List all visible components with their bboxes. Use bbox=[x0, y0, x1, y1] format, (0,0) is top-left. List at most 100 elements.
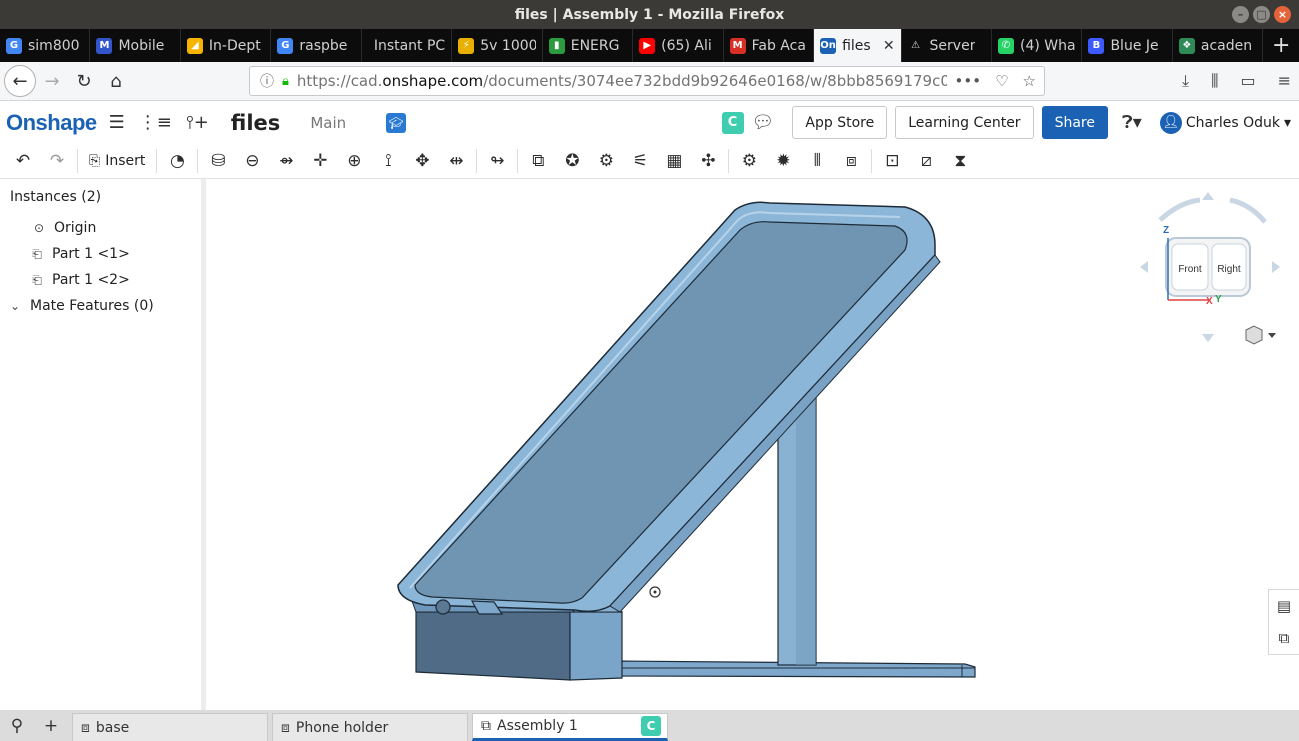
browser-tab[interactable]: Graspbe bbox=[271, 29, 362, 62]
cube-front-face[interactable]: Front bbox=[1178, 264, 1202, 275]
view-options-menu[interactable] bbox=[1245, 325, 1276, 345]
revolute-mate-icon[interactable]: ⊖ bbox=[235, 146, 269, 176]
browser-tab[interactable]: ❖ acaden bbox=[1173, 29, 1264, 62]
onshape-logo[interactable]: Onshape bbox=[6, 110, 97, 136]
tab-collaborator-badge[interactable]: C bbox=[641, 716, 661, 736]
comments-icon[interactable]: 💬︎ bbox=[752, 112, 775, 133]
tab-phone-holder[interactable]: ⧈ Phone holder bbox=[272, 713, 468, 741]
minimize-icon[interactable]: – bbox=[1232, 6, 1249, 23]
instance-part-1-1[interactable]: ⎗ Part 1 <1> bbox=[0, 241, 201, 267]
explode-icon[interactable]: ✣ bbox=[691, 146, 725, 176]
browser-tab[interactable]: ⚡ 5v 1000 bbox=[452, 29, 543, 62]
pattern-icon[interactable]: ▦ bbox=[657, 146, 691, 176]
undo-icon[interactable]: ↶ bbox=[6, 146, 40, 176]
browser-tab[interactable]: ⚠ Server bbox=[902, 29, 992, 62]
planar-mate-icon[interactable]: ✛ bbox=[303, 146, 337, 176]
rotate-down-icon[interactable] bbox=[1202, 334, 1214, 342]
settings-gear-icon[interactable]: ⚙ bbox=[732, 146, 766, 176]
browser-tab[interactable]: Gsim800 bbox=[0, 29, 91, 62]
instance-origin[interactable]: ⊙ Origin bbox=[0, 215, 201, 241]
feature-list-icon[interactable]: ⋮≡ bbox=[139, 112, 172, 133]
rotate-right-icon[interactable] bbox=[1272, 261, 1280, 273]
library-icon[interactable]: ⫼ bbox=[1211, 71, 1218, 91]
add-tab-icon[interactable]: + bbox=[34, 710, 68, 741]
mate-features-group[interactable]: ⌄ Mate Features (0) bbox=[0, 293, 201, 319]
browser-tab[interactable]: ▮ ENERG bbox=[543, 29, 634, 62]
bom-panel-icon[interactable]: ⧉ bbox=[1279, 629, 1290, 647]
browser-tab[interactable]: B Blue Je bbox=[1082, 29, 1173, 62]
group-icon[interactable]: ⧉ bbox=[521, 146, 555, 176]
browser-tab[interactable]: On files ✕ bbox=[814, 29, 902, 62]
document-name[interactable]: files bbox=[231, 111, 281, 135]
workspace-branch[interactable]: Main bbox=[310, 114, 346, 132]
instance-part-1-2[interactable]: ⎗ Part 1 <2> bbox=[0, 267, 201, 293]
sidebar-icon[interactable]: ▭ bbox=[1240, 71, 1255, 91]
share-button[interactable]: Share bbox=[1041, 106, 1108, 139]
rotate-up-icon[interactable] bbox=[1202, 192, 1214, 200]
pin-slot-mate-icon[interactable]: ⟟ bbox=[371, 146, 405, 176]
fastened-mate-icon[interactable]: ⛁ bbox=[201, 146, 235, 176]
browser-tab[interactable]: ▶ (65) Ali bbox=[633, 29, 724, 62]
slider-mate-icon[interactable]: ⇴ bbox=[269, 146, 303, 176]
bookmark-star-icon[interactable]: ☆ bbox=[1023, 72, 1036, 90]
app-store-button[interactable]: App Store bbox=[792, 106, 888, 139]
browser-tab[interactable]: ✆ (4) Wha bbox=[992, 29, 1083, 62]
back-button[interactable]: ← bbox=[4, 65, 36, 97]
instances-title[interactable]: Instances (2) bbox=[0, 179, 201, 205]
home-button[interactable]: ⌂ bbox=[100, 65, 132, 97]
tab-base[interactable]: ⧈ base bbox=[72, 713, 268, 741]
maximize-icon[interactable]: □ bbox=[1253, 6, 1270, 23]
url-bar[interactable]: ⓘ 🔒︎ https://cad.onshape.com/documents/3… bbox=[249, 66, 1045, 96]
menu-icon[interactable]: ≡ bbox=[1278, 71, 1291, 91]
reload-button[interactable]: ↻ bbox=[68, 65, 100, 97]
ball-mate-icon[interactable]: ✥ bbox=[405, 146, 439, 176]
learning-center-button[interactable]: Learning Center bbox=[895, 106, 1034, 139]
cube-icon[interactable] bbox=[1245, 325, 1263, 345]
redo-icon[interactable]: ↷ bbox=[40, 146, 74, 176]
browser-tab[interactable]: Instant PC bbox=[362, 29, 453, 62]
url-text[interactable]: https://cad.onshape.com/documents/3074ee… bbox=[297, 72, 947, 90]
tab-manager-icon[interactable]: ⚲ bbox=[0, 710, 34, 741]
linear-pattern-icon[interactable]: ⫴ bbox=[800, 146, 834, 176]
browser-tab[interactable]: ◢ In-Dept bbox=[181, 29, 272, 62]
rotate-arrow-icon[interactable] bbox=[1229, 197, 1267, 224]
section-view-icon[interactable]: ⧄ bbox=[909, 146, 943, 176]
mate-connector-icon[interactable]: ◔ bbox=[160, 146, 194, 176]
cube-right-face[interactable]: Right bbox=[1217, 264, 1241, 275]
graphics-viewport[interactable]: Front Right Z X Y ▤ ⧉ bbox=[211, 179, 1299, 710]
appearance-panel-icon[interactable]: ▤ bbox=[1277, 597, 1291, 615]
help-icon[interactable]: ❓︎▾ bbox=[1122, 112, 1142, 133]
gear-relation-icon[interactable]: ⚙︎ bbox=[589, 146, 623, 176]
close-icon[interactable]: × bbox=[1274, 6, 1291, 23]
display-states-icon[interactable]: ⧗ bbox=[943, 146, 977, 176]
collaborator-badge[interactable]: C bbox=[721, 111, 744, 134]
gear-icon[interactable]: ✹ bbox=[766, 146, 800, 176]
branch-add-icon[interactable]: ⫯+ bbox=[186, 112, 209, 133]
downloads-icon[interactable]: ⤓ bbox=[1182, 71, 1189, 91]
new-tab-icon[interactable]: + bbox=[1263, 29, 1299, 62]
parallel-mate-icon[interactable]: ⇹ bbox=[439, 146, 473, 176]
view-cube[interactable]: Front Right Z X Y bbox=[1130, 190, 1290, 350]
rotate-arrow-icon[interactable] bbox=[1158, 197, 1201, 222]
chevron-down-icon[interactable]: ⌄ bbox=[8, 299, 22, 313]
mate-relation-icon[interactable]: ✪ bbox=[555, 146, 589, 176]
chevron-down-icon[interactable] bbox=[1268, 333, 1276, 338]
browser-tab[interactable]: M Fab Aca bbox=[724, 29, 815, 62]
hamburger-menu-icon[interactable]: ☰ bbox=[109, 112, 125, 133]
cylindrical-mate-icon[interactable]: ⊕ bbox=[337, 146, 371, 176]
close-tab-icon[interactable]: ✕ bbox=[883, 38, 895, 54]
replicate-icon[interactable]: ⧈ bbox=[834, 146, 868, 176]
tab-assembly-1[interactable]: ⧉ Assembly 1 C bbox=[472, 713, 668, 741]
rack-pinion-icon[interactable]: ⚟ bbox=[623, 146, 657, 176]
rotate-left-icon[interactable] bbox=[1140, 261, 1148, 273]
pocket-icon[interactable]: ♡ bbox=[995, 72, 1008, 90]
forward-button[interactable]: → bbox=[36, 65, 68, 97]
insert-button[interactable]: ⎘ Insert bbox=[81, 153, 153, 169]
browser-tab[interactable]: M Mobile bbox=[90, 29, 181, 62]
page-actions-icon[interactable]: ••• bbox=[955, 72, 982, 90]
info-icon[interactable]: ⓘ bbox=[260, 71, 274, 91]
tangent-mate-icon[interactable]: ↬ bbox=[480, 146, 514, 176]
learning-hat-icon[interactable]: 🎓︎ bbox=[386, 112, 407, 133]
user-menu[interactable]: 👤︎ Charles Oduk ▾ bbox=[1159, 111, 1291, 134]
measure-icon[interactable]: ⊡ bbox=[875, 146, 909, 176]
